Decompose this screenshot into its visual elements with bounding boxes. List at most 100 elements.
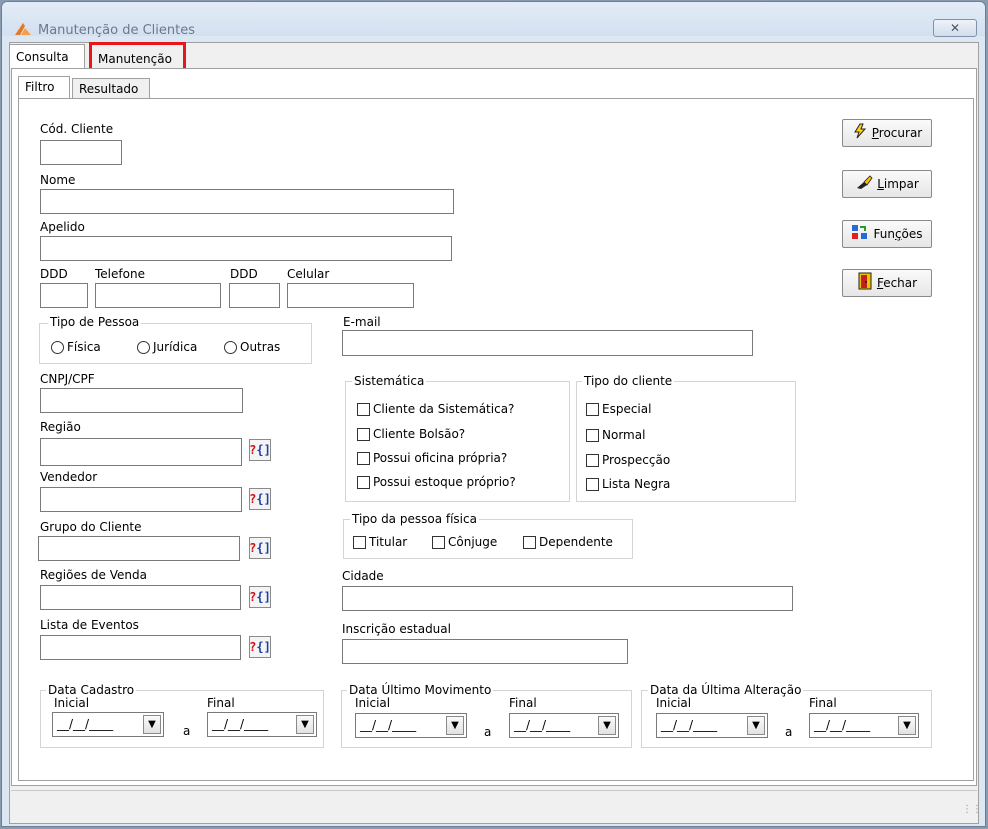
data-cadastro-inicial-picker[interactable]: __/__/____ ▼: [52, 712, 164, 737]
telefone-input[interactable]: [95, 283, 221, 308]
checkbox-box[interactable]: [432, 535, 445, 549]
grupo-cliente-label: Grupo do Cliente: [40, 520, 142, 534]
tab-resultado[interactable]: Resultado: [72, 78, 150, 99]
data-ultimo-movimento-final-picker[interactable]: __/__/____ ▼: [509, 713, 619, 738]
checkbox-conjuge[interactable]: Cônjuge: [432, 535, 497, 549]
checkbox-prospeccao[interactable]: Prospecção: [586, 453, 670, 467]
chevron-down-icon[interactable]: ▼: [143, 715, 161, 734]
checkbox-label: Lista Negra: [602, 477, 671, 491]
data-cadastro-final-label: Final: [207, 696, 235, 710]
data-cadastro-a-label: a: [183, 724, 191, 738]
chevron-down-icon[interactable]: ▼: [898, 716, 916, 735]
grupo-cliente-input[interactable]: [38, 536, 240, 561]
date-value: __/__/____: [360, 718, 417, 732]
checkbox-normal[interactable]: Normal: [586, 428, 645, 442]
checkbox-lista-negra[interactable]: Lista Negra: [586, 477, 670, 491]
checkbox-box[interactable]: [586, 402, 599, 416]
checkbox-box[interactable]: [586, 453, 599, 467]
checkbox-box[interactable]: [523, 535, 536, 549]
lista-eventos-input[interactable]: [40, 635, 241, 660]
eraser-icon: [855, 174, 873, 194]
data-ultima-alteracao-a-label: a: [785, 725, 793, 739]
procurar-button[interactable]: Procurar: [842, 119, 932, 147]
chevron-down-icon[interactable]: ▼: [296, 715, 314, 734]
radio-circle[interactable]: [224, 340, 237, 354]
checkbox-cliente-sistematica[interactable]: Cliente da Sistemática?: [357, 402, 514, 416]
checkbox-titular[interactable]: Titular: [353, 535, 407, 549]
funcoes-label: Funções: [873, 227, 923, 241]
data-ultimo-movimento-title: Data Último Movimento: [347, 683, 494, 697]
regiao-label: Região: [40, 420, 81, 434]
close-button[interactable]: ✕: [933, 19, 977, 37]
inscricao-estadual-input[interactable]: [342, 639, 628, 664]
checkbox-possui-estoque[interactable]: Possui estoque próprio?: [357, 475, 516, 489]
radio-juridica[interactable]: Jurídica: [137, 340, 197, 354]
chevron-down-icon[interactable]: ▼: [446, 716, 464, 735]
window-title: Manutenção de Clientes: [38, 23, 195, 38]
sistematica-title: Sistemática: [352, 374, 427, 388]
cod-cliente-input[interactable]: [40, 140, 122, 165]
fechar-button[interactable]: Fechar: [842, 269, 932, 297]
radio-outras-label: Outras: [240, 340, 281, 354]
data-ultima-alteracao-final-picker[interactable]: __/__/____ ▼: [809, 713, 919, 738]
grupo-cliente-lookup-button[interactable]: ?{]: [249, 537, 271, 559]
data-cadastro-inicial-label: Inicial: [54, 696, 90, 710]
ddd-telefone-input[interactable]: [40, 283, 88, 308]
tab-filtro[interactable]: Filtro: [18, 76, 70, 99]
ddd-celular-input[interactable]: [229, 283, 280, 308]
radio-circle[interactable]: [51, 340, 64, 354]
checkbox-possui-oficina[interactable]: Possui oficina própria?: [357, 451, 507, 465]
vendedor-lookup-button[interactable]: ?{]: [249, 488, 271, 510]
data-ultimo-movimento-inicial-picker[interactable]: __/__/____ ▼: [355, 713, 467, 738]
funcoes-button[interactable]: Funções: [842, 220, 932, 248]
checkbox-especial[interactable]: Especial: [586, 402, 651, 416]
cnpj-cpf-label: CNPJ/CPF: [40, 372, 95, 386]
vendedor-input[interactable]: [40, 487, 242, 512]
checkbox-box[interactable]: [586, 477, 599, 491]
checkbox-cliente-bolsao[interactable]: Cliente Bolsão?: [357, 427, 465, 441]
regiao-lookup-button[interactable]: ?{]: [249, 439, 271, 461]
radio-circle[interactable]: [137, 340, 150, 354]
data-ultima-alteracao-inicial-label: Inicial: [656, 696, 692, 710]
tipo-pessoa-fisica-title: Tipo da pessoa física: [350, 512, 479, 526]
lookup-question-icon: ?: [249, 640, 257, 654]
app-logo-icon: [14, 22, 32, 39]
checkbox-label: Normal: [602, 428, 646, 442]
checkbox-box[interactable]: [357, 402, 370, 416]
checkbox-box[interactable]: [586, 428, 599, 442]
checkbox-dependente[interactable]: Dependente: [523, 535, 613, 549]
data-cadastro-final-picker[interactable]: __/__/____ ▼: [207, 712, 317, 737]
nome-input[interactable]: [40, 189, 454, 214]
cod-cliente-label: Cód. Cliente: [40, 122, 114, 136]
radio-outras[interactable]: Outras: [224, 340, 280, 354]
cnpj-cpf-input[interactable]: [40, 388, 243, 413]
lista-eventos-lookup-button[interactable]: ?{]: [249, 636, 271, 658]
celular-input[interactable]: [287, 283, 414, 308]
chevron-down-icon[interactable]: ▼: [747, 716, 765, 735]
limpar-button[interactable]: Limpar: [842, 170, 932, 198]
checkbox-box[interactable]: [353, 535, 366, 549]
regiao-input[interactable]: [40, 438, 242, 466]
limpar-label: Limpar: [877, 177, 919, 191]
date-value: __/__/____: [814, 718, 871, 732]
chevron-down-icon[interactable]: ▼: [598, 716, 616, 735]
cidade-input[interactable]: [342, 586, 793, 611]
tab-consulta[interactable]: Consulta: [9, 44, 85, 69]
date-value: __/__/____: [57, 717, 114, 731]
regioes-venda-lookup-button[interactable]: ?{]: [249, 586, 271, 608]
resize-grip-icon[interactable]: ⋮⋮: [962, 804, 982, 815]
tab-manutencao[interactable]: Manutenção: [89, 42, 186, 72]
telefone-label: Telefone: [95, 267, 145, 281]
functions-icon: [851, 224, 869, 244]
checkbox-box[interactable]: [357, 475, 370, 489]
checkbox-label: Cliente Bolsão?: [373, 427, 466, 441]
checkbox-box[interactable]: [357, 451, 370, 465]
checkbox-box[interactable]: [357, 427, 370, 441]
data-ultima-alteracao-title: Data da Última Alteração: [648, 683, 804, 697]
cidade-label: Cidade: [342, 569, 384, 583]
apelido-input[interactable]: [40, 236, 452, 261]
radio-fisica[interactable]: Física: [51, 340, 101, 354]
email-input[interactable]: [342, 330, 753, 356]
regioes-venda-input[interactable]: [40, 585, 241, 610]
data-ultima-alteracao-inicial-picker[interactable]: __/__/____ ▼: [656, 713, 768, 738]
